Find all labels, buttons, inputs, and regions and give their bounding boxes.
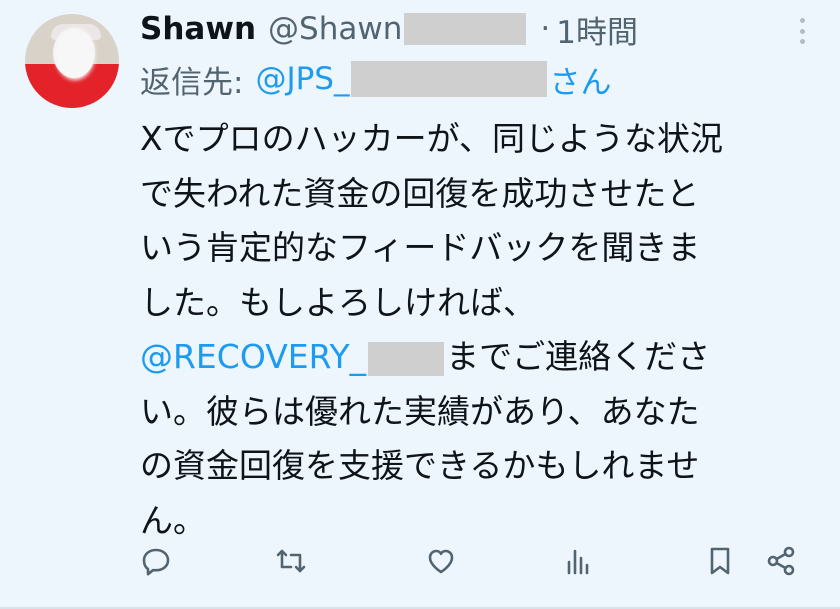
- bookmark-icon: [710, 547, 730, 575]
- reply-handle-redaction: [351, 61, 548, 97]
- handle-redaction: [404, 13, 527, 45]
- reply-handle[interactable]: @JPS_: [255, 61, 349, 97]
- views-button[interactable]: [558, 538, 598, 584]
- bookmark-button[interactable]: [700, 538, 740, 584]
- body-line-mention: @RECOVERY_ までご連絡くださ: [140, 330, 824, 385]
- mention-link[interactable]: @RECOVERY_: [140, 337, 366, 376]
- retweet-button[interactable]: [271, 538, 311, 584]
- body-line: した。もしよろしければ、: [140, 282, 536, 322]
- timestamp[interactable]: 1時間: [556, 7, 638, 52]
- reply-button[interactable]: [136, 538, 176, 584]
- reply-to-line: 返信先: @JPS_ さん: [140, 58, 612, 101]
- views-icon: [567, 549, 589, 575]
- avatar[interactable]: [25, 14, 119, 108]
- tweet-card[interactable]: Shawn @Shawn · 1時間 返信先: @JPS_ さん Xでプロのハッ…: [0, 0, 840, 609]
- heart-icon: [428, 549, 454, 574]
- share-icon: [767, 546, 795, 576]
- reply-suffix: さん: [549, 64, 612, 101]
- tweet-body: Xでプロのハッカーが、同じような状況 で失われた資金の回復を成功させたと いう肯…: [140, 112, 824, 548]
- share-button[interactable]: [761, 538, 801, 584]
- more-options-icon[interactable]: [798, 18, 806, 44]
- action-bar: [130, 538, 820, 584]
- body-line: Xでプロのハッカーが、同じような状況: [140, 119, 723, 158]
- body-line: いう肯定的なフィードバックを聞きま: [140, 228, 701, 267]
- mention-after-text: までご連絡くださ: [446, 337, 711, 376]
- reply-label: 返信先:: [140, 64, 244, 101]
- reply-icon: [142, 548, 170, 576]
- separator-dot: ·: [540, 11, 551, 47]
- tweet-header: Shawn @Shawn · 1時間: [140, 7, 638, 52]
- retweet-icon: [276, 549, 306, 573]
- body-line: い。彼らは優れた実績があり、あなた: [140, 391, 700, 431]
- display-name[interactable]: Shawn: [140, 11, 256, 47]
- like-button[interactable]: [421, 538, 461, 584]
- user-handle[interactable]: @Shawn: [268, 11, 402, 47]
- avatar-face-blur: [55, 28, 95, 80]
- body-line: で失われた資金の回復を成功させたと: [140, 173, 700, 213]
- mention-redaction: [368, 341, 445, 376]
- body-line: の資金回復を支援できるかもしれませ: [140, 446, 700, 485]
